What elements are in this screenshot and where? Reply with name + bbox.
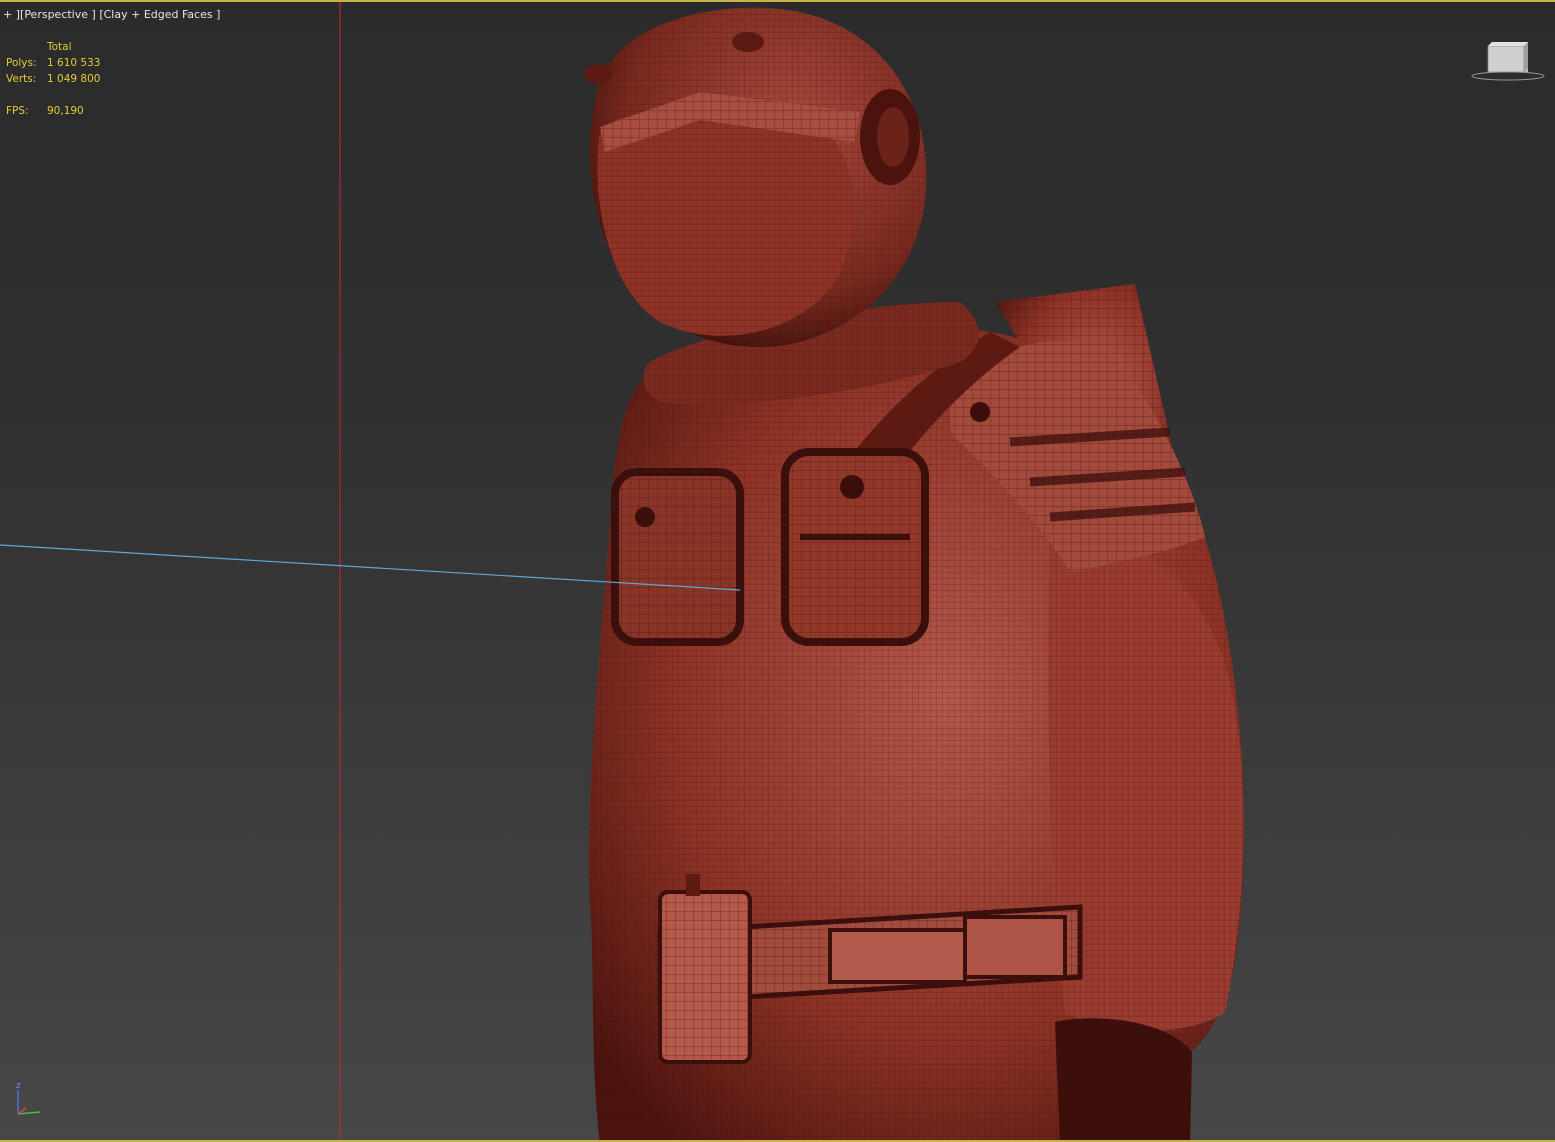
viewport-shading-menu[interactable]: [Clay + Edged Faces ] bbox=[99, 8, 220, 21]
axis-tripod-icon: z bbox=[16, 1081, 41, 1115]
chest-pouch-left[interactable] bbox=[611, 468, 744, 646]
viewport-label: + ][Perspective ] [Clay + Edged Faces ] bbox=[3, 8, 220, 21]
viewport-menu-plus[interactable]: + ] bbox=[3, 8, 20, 21]
svg-text:z: z bbox=[16, 1081, 21, 1091]
polys-label: Polys: bbox=[6, 57, 37, 69]
belt-radio[interactable] bbox=[658, 874, 752, 1064]
helmet[interactable] bbox=[584, 7, 927, 348]
viewport-view-menu[interactable]: [Perspective ] bbox=[20, 8, 96, 21]
polys-value: 1 610 533 bbox=[47, 57, 101, 69]
stats-header: Total bbox=[47, 41, 72, 53]
scene-canvas[interactable] bbox=[0, 2, 1555, 1142]
chest-pouch-right[interactable] bbox=[781, 448, 929, 646]
glove bbox=[1055, 1018, 1192, 1140]
viewcube-icon[interactable] bbox=[1470, 38, 1546, 82]
fps-value: 90,190 bbox=[47, 105, 84, 117]
statistics-overlay: Total Polys: 1 610 533 Verts: 1 049 800 FP… bbox=[6, 39, 100, 119]
verts-label: Verts: bbox=[6, 73, 37, 85]
verts-value: 1 049 800 bbox=[47, 73, 101, 85]
perspective-viewport[interactable]: + ][Perspective ] [Clay + Edged Faces ] … bbox=[0, 0, 1555, 1142]
fps-label: FPS: bbox=[6, 105, 29, 117]
